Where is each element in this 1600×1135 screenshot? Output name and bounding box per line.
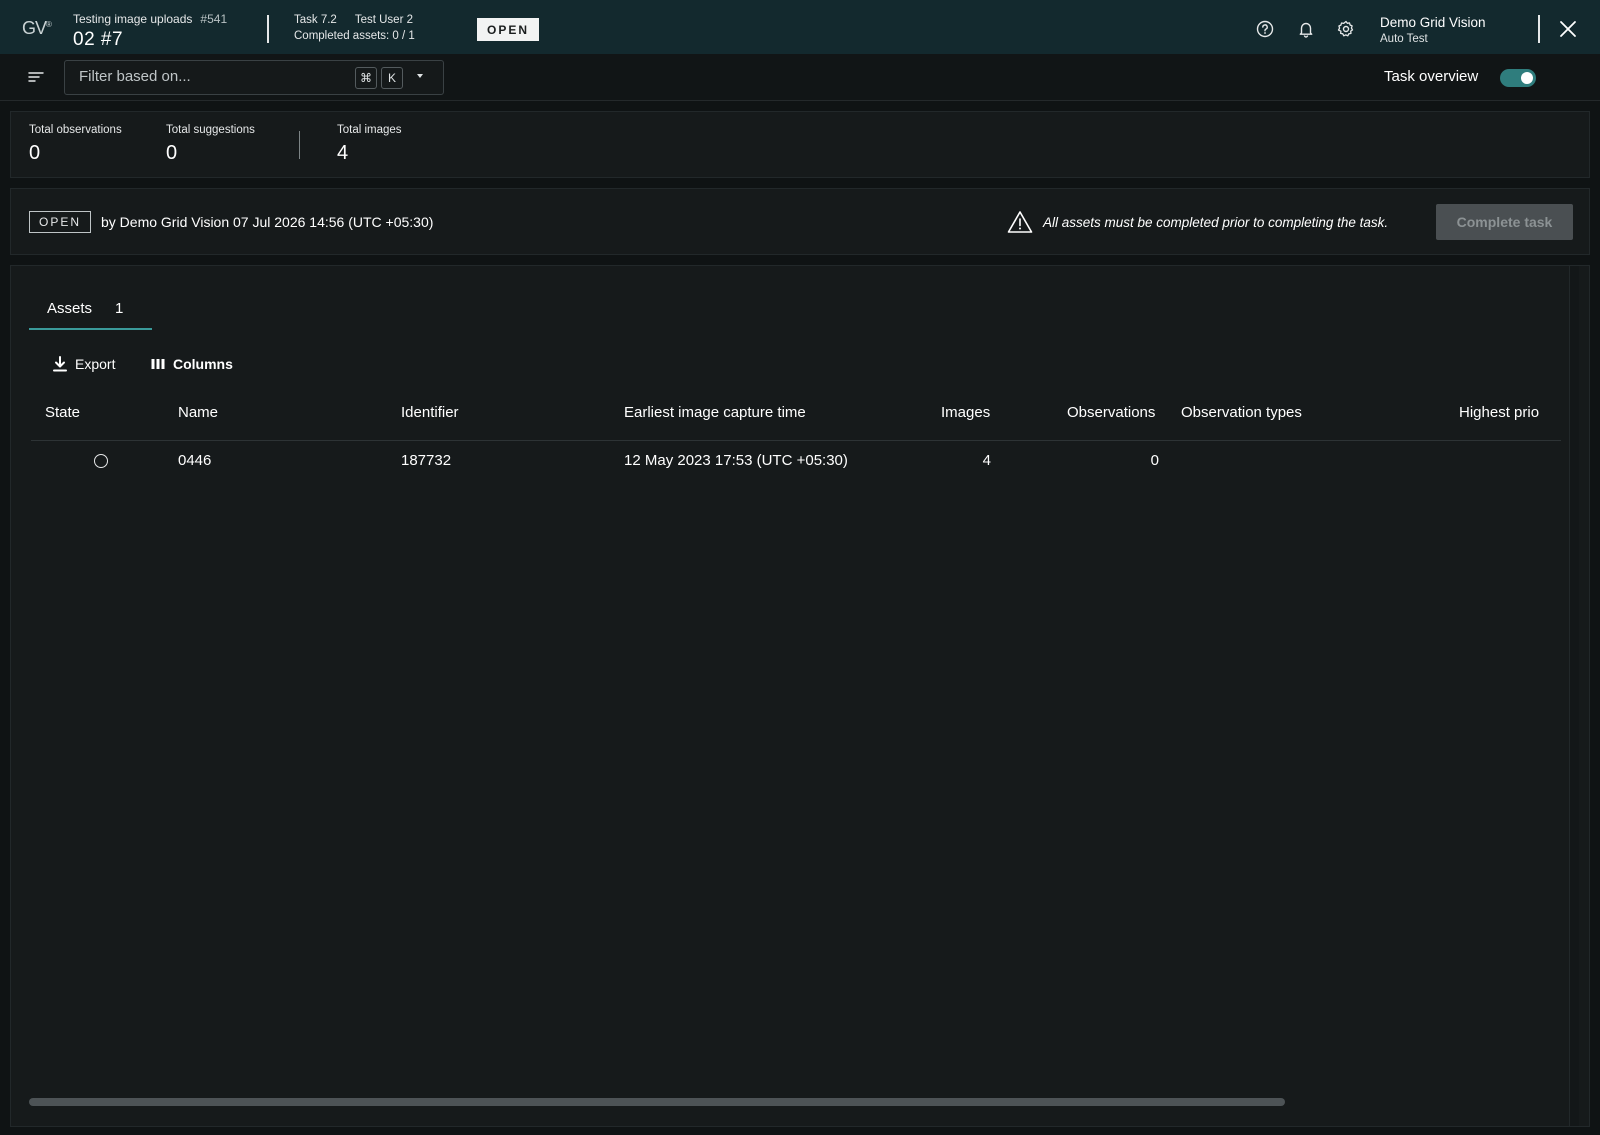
column-header-name[interactable]: Name (178, 404, 218, 421)
task-overview-label: Task overview (1384, 68, 1479, 85)
horizontal-scrollbar[interactable] (29, 1098, 1285, 1106)
warning-text: All assets must be completed prior to co… (1043, 215, 1389, 230)
download-icon (53, 356, 67, 372)
columns-icon (151, 359, 165, 369)
complete-task-button[interactable]: Complete task (1436, 204, 1573, 240)
project-subtitle: 02 #7 (73, 29, 124, 50)
tab-assets[interactable]: Assets 1 (29, 290, 152, 330)
export-label: Export (75, 356, 116, 372)
table-header-divider (31, 440, 1561, 441)
top-header: GV® Testing image uploads #541 02 #7 Task… (0, 0, 1600, 54)
filter-box: ⌘ K (64, 60, 444, 95)
cell-identifier: 187732 (401, 452, 452, 469)
columns-button[interactable]: Columns (151, 356, 233, 372)
export-button[interactable]: Export (53, 356, 115, 372)
task-status-panel: OPEN by Demo Grid Vision 07 Jul 2026 14:… (10, 188, 1590, 255)
column-header-state[interactable]: State (45, 404, 80, 421)
stat-label: Total observations (29, 124, 122, 136)
header-divider-right (1538, 15, 1540, 43)
header-divider (267, 15, 269, 43)
status-by-text: by Demo Grid Vision 07 Jul 2026 14:56 (U… (101, 214, 434, 230)
project-info: Testing image uploads #541 02 #7 (73, 10, 227, 51)
stat-label: Total images (337, 124, 402, 136)
tab-label: Assets (47, 300, 93, 317)
columns-label: Columns (173, 356, 233, 372)
cell-observations: 0 (1150, 452, 1159, 469)
stat-label: Total suggestions (166, 124, 255, 136)
column-header-identifier[interactable]: Identifier (401, 404, 459, 421)
status-badge: OPEN (29, 211, 91, 233)
user-role: Auto Test (1380, 33, 1428, 45)
stat-value: 4 (337, 142, 349, 164)
gear-icon[interactable] (1337, 20, 1355, 38)
status-badge: OPEN (477, 18, 539, 41)
user-name: Demo Grid Vision (1380, 15, 1486, 30)
task-info: Task 7.2 Test User 2 Completed assets: 0 … (294, 14, 431, 42)
user-menu[interactable]: Demo Grid Vision Auto Test (1380, 15, 1486, 45)
shortcut-cmd-key: ⌘ (355, 67, 377, 89)
state-radio[interactable] (94, 454, 108, 468)
column-header-highest-priority[interactable]: Highest prio (1459, 404, 1561, 421)
stats-divider (299, 131, 300, 159)
close-icon[interactable] (1558, 19, 1578, 39)
filter-dropdown-icon[interactable] (417, 74, 423, 78)
column-header-capture-time[interactable]: Earliest image capture time (624, 404, 806, 421)
stat-total-images: Total images 4 (337, 124, 402, 165)
logo-text: GV (22, 18, 47, 38)
shortcut-k-key: K (381, 67, 403, 89)
stats-panel: Total observations 0 Total suggestions 0… (10, 111, 1590, 178)
stat-value: 0 (29, 142, 41, 164)
assets-panel: Assets 1 Export Columns State Name Ident… (10, 265, 1590, 1127)
cell-capture-time: 12 May 2023 17:53 (UTC +05:30) (624, 452, 848, 469)
stat-total-suggestions: Total suggestions 0 (166, 124, 255, 165)
filter-bar: ⌘ K Task overview (0, 54, 1600, 101)
cell-images: 4 (982, 452, 991, 469)
project-name: Testing image uploads (73, 12, 193, 26)
logo[interactable]: GV® (22, 18, 52, 39)
toggle-knob (1521, 72, 1533, 84)
task-overview-toggle[interactable] (1500, 69, 1536, 87)
column-header-observation-types[interactable]: Observation types (1181, 404, 1302, 421)
cell-name: 0446 (178, 452, 212, 469)
completed-assets: Completed assets: 0 / 1 (294, 30, 415, 42)
vertical-scrollbar[interactable] (1569, 266, 1579, 1126)
sort-icon[interactable] (28, 70, 44, 84)
column-header-images[interactable]: Images (941, 404, 990, 421)
filter-input[interactable] (79, 68, 349, 85)
project-number: #541 (200, 12, 228, 26)
help-icon[interactable] (1256, 20, 1274, 38)
stat-value: 0 (166, 142, 178, 164)
column-header-observations[interactable]: Observations (1067, 404, 1155, 421)
task-name: Task 7.2 (294, 14, 337, 26)
tab-count: 1 (115, 300, 124, 317)
stat-total-observations: Total observations 0 (29, 124, 122, 165)
warning-icon (1007, 211, 1033, 233)
bell-icon[interactable] (1297, 20, 1315, 38)
task-user: Test User 2 (354, 14, 413, 26)
